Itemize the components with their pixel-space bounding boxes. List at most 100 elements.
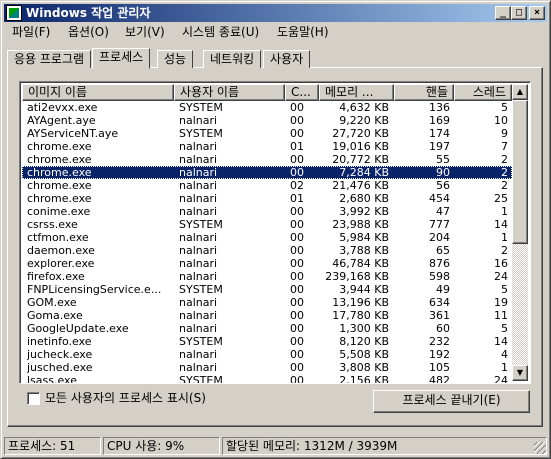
process-row[interactable]: conime.exe nalnari 00 3,992 KB 47 1: [22, 205, 512, 218]
process-row[interactable]: lsass.exe SYSTEM 00 2,156 KB 482 24: [22, 374, 512, 384]
task-manager-window: Windows 작업 관리자 _ □ × 파일(F) 옵션(O) 보기(V) 시…: [0, 0, 551, 459]
menu-help[interactable]: 도움말(H): [274, 24, 332, 40]
tab-networking[interactable]: 네트워킹: [203, 50, 262, 68]
process-row[interactable]: GOM.exe nalnari 00 13,196 KB 634 19: [22, 296, 512, 309]
process-row[interactable]: AYAgent.aye nalnari 00 9,220 KB 169 10: [22, 114, 512, 127]
cell-threads: 1: [501, 231, 508, 244]
cell-image-name: AYServiceNT.aye: [27, 127, 119, 140]
scroll-thumb[interactable]: [512, 100, 528, 244]
cell-threads: 2: [501, 153, 508, 166]
tab-strip: 응용 프로그램 프로세스 성능 네트워킹 사용자: [7, 48, 543, 69]
window-title: Windows 작업 관리자: [26, 6, 151, 20]
process-row[interactable]: explorer.exe nalnari 00 46,784 KB 876 16: [22, 257, 512, 270]
cell-image-name: firefox.exe: [27, 270, 85, 283]
process-row[interactable]: ctfmon.exe nalnari 00 5,984 KB 204 1: [22, 231, 512, 244]
cell-threads: 19: [494, 296, 508, 309]
cell-threads: 5: [501, 283, 508, 296]
process-row[interactable]: inetinfo.exe SYSTEM 00 8,120 KB 232 14: [22, 335, 512, 348]
cell-user-name: nalnari: [179, 153, 218, 166]
cell-memory: 19,016 KB: [332, 140, 389, 153]
status-cpu-usage: CPU 사용: 9%: [103, 437, 220, 455]
process-row[interactable]: jusched.exe nalnari 00 3,808 KB 105 1: [22, 361, 512, 374]
cell-memory: 5,508 KB: [339, 348, 389, 361]
cell-memory: 23,988 KB: [332, 218, 389, 231]
title-bar[interactable]: Windows 작업 관리자 _ □ ×: [4, 4, 547, 22]
status-process-count: 프로세스: 51: [4, 437, 101, 455]
cell-memory: 3,788 KB: [339, 244, 389, 257]
process-row[interactable]: chrome.exe nalnari 02 21,476 KB 56 2: [22, 179, 512, 192]
process-row[interactable]: Goma.exe nalnari 00 17,780 KB 361 11: [22, 309, 512, 322]
tab-users[interactable]: 사용자: [263, 50, 311, 68]
end-process-button[interactable]: 프로세스 끝내기(E): [373, 390, 530, 413]
cell-image-name: chrome.exe: [27, 153, 92, 166]
show-all-users-checkbox[interactable]: [27, 392, 40, 405]
cell-threads: 16: [494, 257, 508, 270]
cell-handles: 174: [429, 127, 450, 140]
process-row[interactable]: GoogleUpdate.exe nalnari 00 1,300 KB 60 5: [22, 322, 512, 335]
process-row[interactable]: chrome.exe nalnari 01 2,680 KB 454 25: [22, 192, 512, 205]
vertical-scrollbar[interactable]: ▲ ▼: [512, 84, 528, 381]
cell-threads: 5: [501, 101, 508, 114]
resize-grip[interactable]: [534, 442, 546, 454]
cell-image-name: ati2evxx.exe: [27, 101, 98, 114]
cell-handles: 105: [429, 361, 450, 374]
cell-user-name: nalnari: [179, 309, 218, 322]
cell-memory: 2,156 KB: [339, 374, 389, 384]
maximize-button[interactable]: □: [511, 6, 527, 20]
process-row[interactable]: FNPLicensingService.e... SYSTEM 00 3,944 KB…: [22, 283, 512, 296]
process-row[interactable]: ati2evxx.exe SYSTEM 00 4,632 KB 136 5: [22, 101, 512, 114]
cell-memory: 21,476 KB: [332, 179, 389, 192]
process-row[interactable]: daemon.exe nalnari 00 3,788 KB 65 2: [22, 244, 512, 257]
cell-threads: 9: [501, 127, 508, 140]
cell-user-name: nalnari: [179, 348, 218, 361]
process-row[interactable]: chrome.exe nalnari 01 19,016 KB 197 7: [22, 140, 512, 153]
column-header-threads[interactable]: 스레드: [454, 84, 512, 101]
menu-file[interactable]: 파일(F): [9, 24, 53, 40]
column-header-memory[interactable]: 메모리 ...: [319, 84, 394, 101]
cell-image-name: GOM.exe: [27, 296, 77, 309]
column-header-user-name[interactable]: 사용자 이름: [174, 84, 285, 101]
process-row[interactable]: firefox.exe nalnari 00 239,168 KB 598 24: [22, 270, 512, 283]
cell-user-name: nalnari: [179, 361, 218, 374]
cell-image-name: chrome.exe: [27, 166, 92, 179]
cell-handles: 90: [436, 166, 450, 179]
minimize-button[interactable]: _: [495, 6, 511, 20]
process-row[interactable]: AYServiceNT.aye SYSTEM 00 27,720 KB 174 9: [22, 127, 512, 140]
cell-user-name: nalnari: [179, 296, 218, 309]
menu-view[interactable]: 보기(V): [122, 24, 168, 40]
menu-options[interactable]: 옵션(O): [65, 24, 112, 40]
cell-image-name: explorer.exe: [27, 257, 95, 270]
cell-memory: 13,196 KB: [332, 296, 389, 309]
cell-user-name: SYSTEM: [179, 218, 223, 231]
process-row[interactable]: jucheck.exe nalnari 00 5,508 KB 192 4: [22, 348, 512, 361]
cell-user-name: nalnari: [179, 257, 218, 270]
cell-threads: 14: [494, 335, 508, 348]
column-header-cpu[interactable]: C...: [285, 84, 319, 101]
column-header-handles[interactable]: 핸들: [394, 84, 454, 101]
scroll-down-button[interactable]: ▼: [512, 365, 528, 381]
cell-threads: 7: [501, 140, 508, 153]
cell-image-name: inetinfo.exe: [27, 335, 92, 348]
close-button[interactable]: ×: [529, 6, 545, 20]
process-row[interactable]: chrome.exe nalnari 00 7,284 KB 90 2: [22, 166, 512, 179]
menu-shutdown[interactable]: 시스템 종료(U): [179, 24, 262, 40]
cell-handles: 777: [429, 218, 450, 231]
cell-image-name: chrome.exe: [27, 179, 92, 192]
process-row[interactable]: csrss.exe SYSTEM 00 23,988 KB 777 14: [22, 218, 512, 231]
tab-applications[interactable]: 응용 프로그램: [7, 50, 92, 68]
tab-processes[interactable]: 프로세스: [92, 48, 151, 69]
cell-user-name: nalnari: [179, 192, 218, 205]
cell-user-name: SYSTEM: [179, 335, 223, 348]
process-list[interactable]: 이미지 이름 사용자 이름 C... 메모리 ... 핸들 스레드 ati2ev…: [19, 81, 531, 384]
process-row[interactable]: chrome.exe nalnari 00 20,772 KB 55 2: [22, 153, 512, 166]
scroll-up-button[interactable]: ▲: [512, 84, 528, 100]
cell-memory: 239,168 KB: [325, 270, 389, 283]
cell-image-name: Goma.exe: [27, 309, 83, 322]
tab-performance[interactable]: 성능: [157, 50, 194, 68]
cell-handles: 192: [429, 348, 450, 361]
cell-user-name: nalnari: [179, 270, 218, 283]
cell-threads: 2: [501, 166, 508, 179]
show-all-users-label[interactable]: 모든 사용자의 프로세스 표시(S): [45, 391, 206, 406]
column-header-image-name[interactable]: 이미지 이름: [22, 84, 174, 101]
cell-threads: 10: [494, 114, 508, 127]
